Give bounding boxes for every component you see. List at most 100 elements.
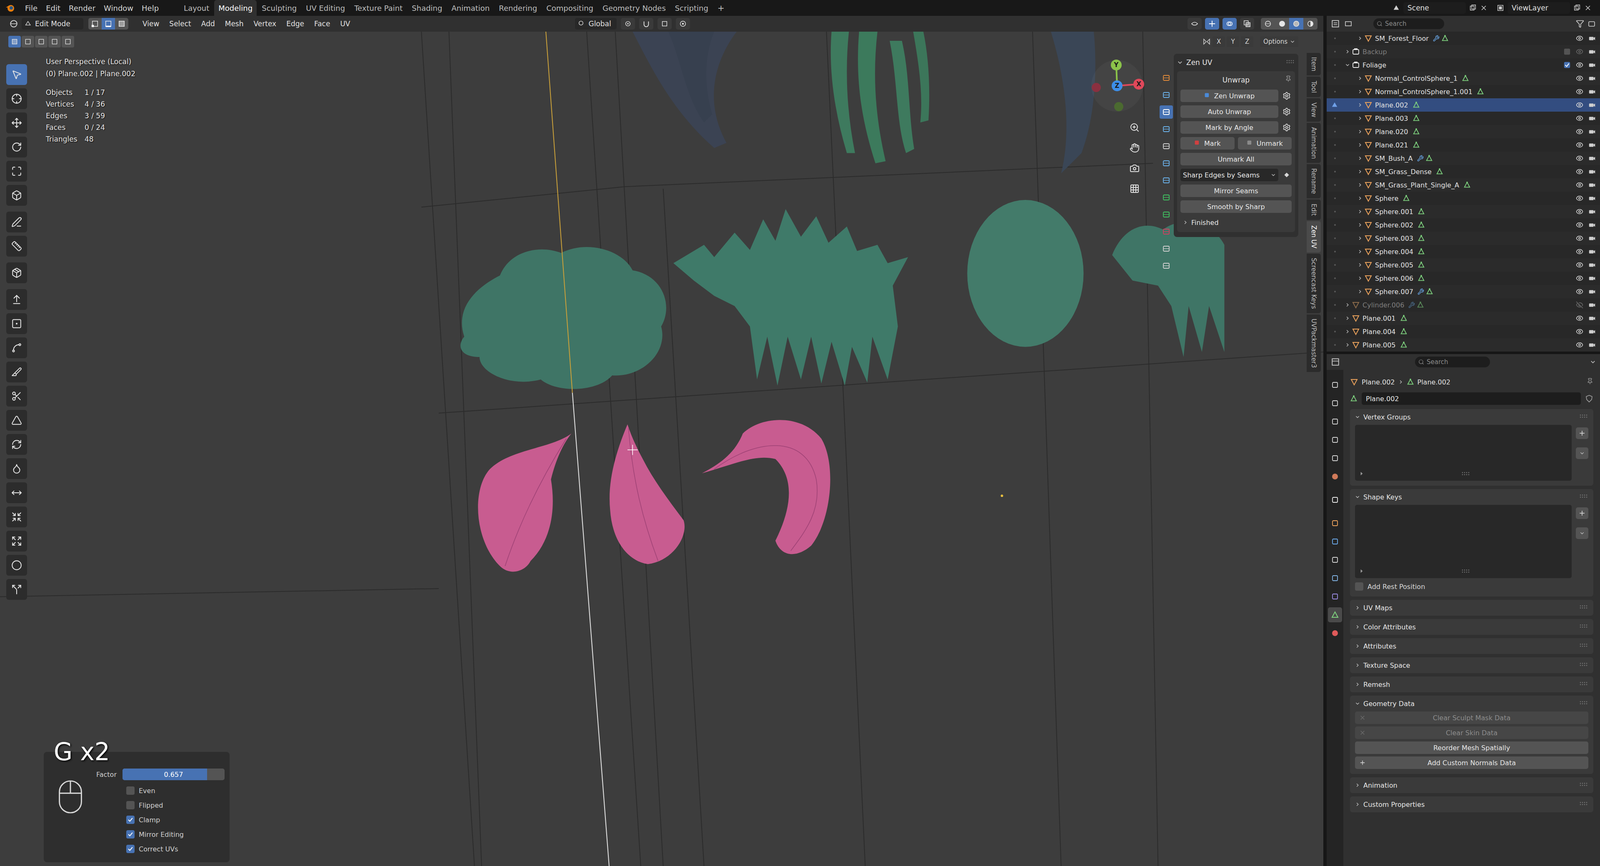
properties-button[interactable]: Add Custom Normals Data: [1355, 756, 1589, 770]
zen-uv-strip-button[interactable]: [1159, 190, 1173, 205]
material-shading-icon[interactable]: [1292, 20, 1300, 28]
eye-icon[interactable]: [1575, 327, 1584, 336]
eye-icon[interactable]: [1575, 341, 1584, 349]
outliner-row[interactable]: Foliage: [1326, 58, 1600, 72]
render-camera-icon[interactable]: [1588, 167, 1596, 176]
eye-icon[interactable]: [1575, 234, 1584, 243]
sidebar-tab[interactable]: View: [1306, 98, 1321, 122]
outliner-editor-icon[interactable]: [1330, 19, 1340, 29]
properties-tab[interactable]: [1327, 552, 1343, 568]
properties-tab[interactable]: [1327, 570, 1343, 586]
viewport-canvas[interactable]: [0, 31, 1324, 866]
mirror-axis-toggle[interactable]: X: [1212, 36, 1225, 48]
panel-header[interactable]: Color Attributes: [1350, 619, 1594, 635]
outliner-row[interactable]: Backup: [1326, 45, 1600, 59]
outliner-row[interactable]: Plane.021: [1326, 138, 1600, 152]
tool-button[interactable]: [6, 555, 28, 576]
panel-header[interactable]: Vertex Groups: [1350, 409, 1594, 425]
zen-uv-strip-button[interactable]: [1159, 88, 1173, 102]
finished-subpanel[interactable]: Finished: [1180, 216, 1292, 229]
properties-tab[interactable]: [1327, 395, 1343, 411]
eye-icon[interactable]: [1575, 181, 1584, 189]
properties-tab[interactable]: [1327, 377, 1343, 393]
checkbox[interactable]: [126, 845, 135, 854]
chevron-right-icon[interactable]: [1357, 155, 1363, 161]
workspace-tab[interactable]: Scripting: [670, 0, 713, 16]
tool-button[interactable]: [6, 112, 28, 134]
mirror-axis-toggle[interactable]: Z: [1240, 36, 1254, 48]
tool-button[interactable]: [6, 530, 28, 552]
chevron-right-icon[interactable]: [1357, 209, 1363, 215]
chevron-right-icon[interactable]: [1345, 49, 1350, 55]
eye-icon[interactable]: [1575, 61, 1584, 69]
workspace-tab[interactable]: Modeling: [214, 0, 257, 16]
panel-header[interactable]: Shape Keys: [1350, 489, 1594, 505]
drag-handle-icon[interactable]: [1579, 698, 1589, 708]
outliner-row[interactable]: Plane.001: [1326, 311, 1600, 325]
chevron-down-icon[interactable]: [1345, 62, 1350, 68]
tool-button[interactable]: [6, 313, 28, 335]
zen-uv-button[interactable]: Zen Unwrap: [1180, 89, 1279, 103]
zen-uv-button[interactable]: Mark: [1180, 137, 1235, 150]
outliner-row[interactable]: Plane.003: [1326, 111, 1600, 125]
sidebar-tab[interactable]: Item: [1306, 52, 1321, 76]
gear-icon[interactable]: [1282, 123, 1291, 132]
render-camera-icon[interactable]: [1588, 221, 1596, 229]
menu-item[interactable]: Edit: [41, 2, 65, 15]
tool-button[interactable]: [6, 235, 28, 257]
chevron-right-icon[interactable]: [1357, 89, 1363, 95]
menu-item[interactable]: Help: [137, 2, 163, 15]
chevron-right-icon[interactable]: [1357, 102, 1363, 108]
panel-header[interactable]: Texture Space: [1350, 657, 1594, 674]
checkbox[interactable]: [126, 830, 135, 839]
zen-uv-strip-button[interactable]: [1159, 71, 1173, 85]
render-camera-icon[interactable]: [1588, 74, 1596, 83]
list-menu-button[interactable]: [1575, 527, 1589, 540]
zen-uv-dropdown[interactable]: Sharp Edges by Seams: [1180, 168, 1279, 182]
vertex-dot[interactable]: [1000, 494, 1004, 498]
options-dropdown[interactable]: Options: [1260, 36, 1299, 48]
render-camera-icon[interactable]: [1588, 327, 1596, 336]
properties-tab[interactable]: [1327, 432, 1343, 448]
chevron-right-icon[interactable]: [1355, 605, 1360, 611]
outliner-row[interactable]: Sphere.006: [1326, 271, 1600, 285]
workspace-tab[interactable]: Layout: [179, 0, 214, 16]
sidebar-tab[interactable]: Zen UV: [1306, 221, 1321, 253]
render-camera-icon[interactable]: [1588, 87, 1596, 96]
eye-icon[interactable]: [1575, 127, 1584, 136]
chevron-right-icon[interactable]: [1357, 129, 1363, 135]
drag-handle-icon[interactable]: [1461, 566, 1471, 576]
shading-mode-button[interactable]: [1275, 17, 1290, 30]
selection-mode-button[interactable]: [35, 35, 48, 48]
overlays-toggle-icon[interactable]: [1225, 20, 1234, 28]
snap-target-button[interactable]: [657, 17, 672, 30]
chevron-down-icon[interactable]: [1355, 701, 1360, 707]
render-camera-icon[interactable]: [1588, 47, 1596, 56]
eye-icon[interactable]: [1575, 87, 1584, 96]
tool-button[interactable]: [6, 64, 28, 85]
scene-selector[interactable]: Scene: [1392, 2, 1488, 14]
chevron-right-icon[interactable]: [1357, 235, 1363, 241]
outliner-row[interactable]: Sphere.007: [1326, 285, 1600, 299]
viewport-menu-item[interactable]: Vertex: [248, 18, 282, 30]
properties-tab[interactable]: [1327, 589, 1343, 605]
eye-icon[interactable]: [1575, 114, 1584, 123]
include-checkbox-icon[interactable]: [1563, 47, 1571, 56]
zen-uv-button[interactable]: Auto Unwrap: [1180, 105, 1279, 118]
render-camera-icon[interactable]: [1588, 181, 1596, 189]
outliner-row[interactable]: SM_Forest_Floor: [1326, 31, 1600, 45]
render-camera-icon[interactable]: [1588, 127, 1596, 136]
mesh-name-field[interactable]: Plane.002: [1361, 392, 1581, 405]
render-camera-icon[interactable]: [1588, 314, 1596, 323]
tool-button[interactable]: [6, 579, 28, 600]
select-mode-button[interactable]: [88, 17, 102, 30]
chevron-down-icon[interactable]: [1270, 172, 1276, 178]
eye-icon[interactable]: [1575, 34, 1584, 43]
gizmos-toggle-icon[interactable]: [1208, 20, 1216, 28]
rendered-shading-icon[interactable]: [1306, 20, 1315, 28]
include-checkbox-icon[interactable]: [1563, 61, 1571, 69]
zen-uv-strip-button[interactable]: [1159, 207, 1173, 222]
outliner-row[interactable]: SM_Grass_Dense: [1326, 165, 1600, 179]
outliner-row[interactable]: Normal_ControlSphere_1.001: [1326, 85, 1600, 99]
eye-icon[interactable]: [1575, 74, 1584, 83]
